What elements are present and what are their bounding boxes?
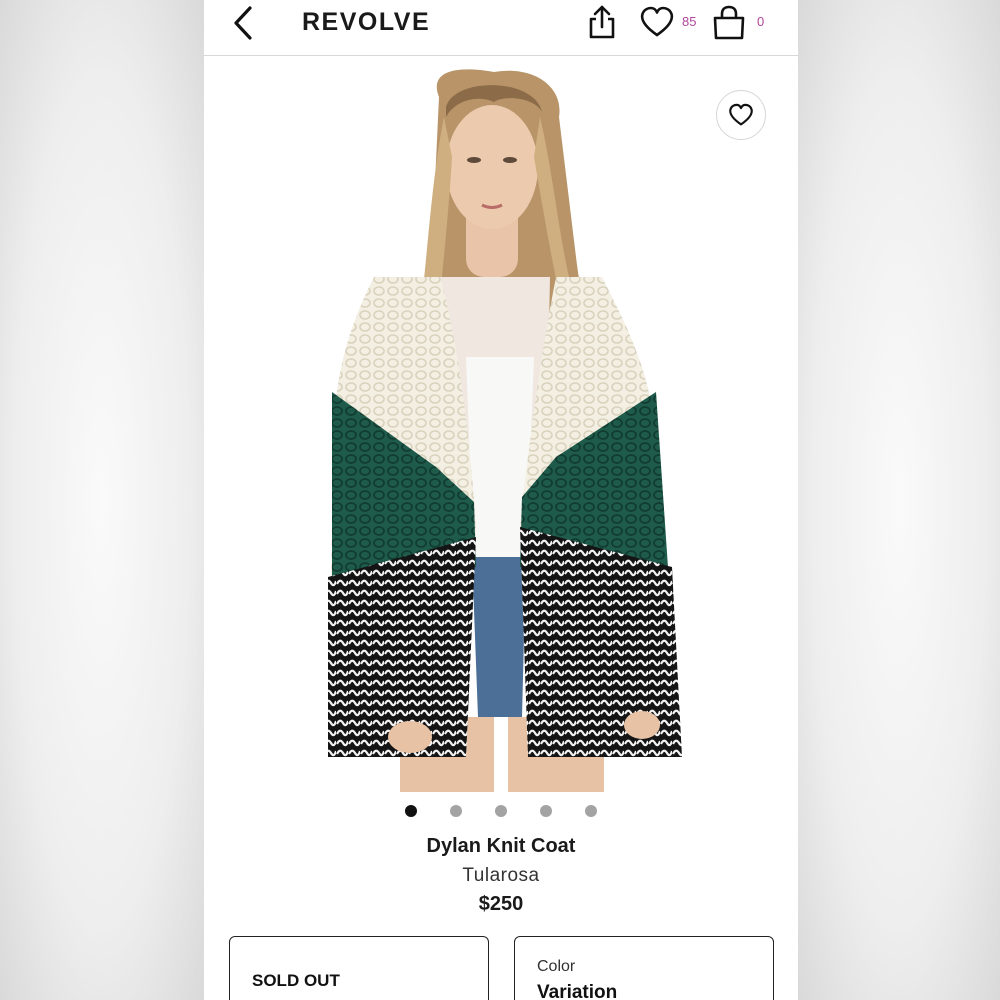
carousel-dot[interactable] <box>540 805 552 817</box>
phone-screen: REVOLVE 85 0 Dylan Knit Coat Tularosa $2… <box>204 0 798 1000</box>
color-value: Variation <box>537 982 618 1000</box>
share-icon <box>589 5 615 39</box>
carousel-dot[interactable] <box>450 805 462 817</box>
right-background <box>798 0 1000 1000</box>
product-photo <box>328 69 682 792</box>
bag-count-badge: 0 <box>757 14 765 29</box>
product-brand[interactable]: Tularosa <box>204 865 798 887</box>
product-price: $250 <box>478 893 524 915</box>
add-to-favorites-button[interactable] <box>716 90 766 140</box>
size-selector[interactable]: SOLD OUT <box>229 936 489 1000</box>
revolve-logo[interactable]: REVOLVE <box>302 6 430 38</box>
left-background <box>0 0 204 1000</box>
chevron-left-icon <box>234 6 252 40</box>
wishlist-count-badge: 85 <box>682 14 697 29</box>
product-image[interactable] <box>204 57 798 792</box>
sold-out-label: SOLD OUT <box>252 971 340 990</box>
back-button[interactable] <box>228 4 258 42</box>
shopping-bag-icon <box>713 5 745 40</box>
wishlist-button[interactable] <box>637 4 677 40</box>
shopping-bag-button[interactable] <box>709 2 749 42</box>
carousel-dot[interactable] <box>585 805 597 817</box>
top-navigation-bar: REVOLVE 85 0 <box>204 0 798 56</box>
color-label: Color <box>537 958 576 975</box>
product-name: Dylan Knit Coat <box>426 835 576 857</box>
image-carousel-indicator <box>204 805 798 819</box>
carousel-dot[interactable] <box>495 805 507 817</box>
heart-icon <box>729 103 753 126</box>
share-button[interactable] <box>584 2 620 42</box>
carousel-dot[interactable] <box>405 805 417 817</box>
heart-icon <box>640 6 674 37</box>
color-selector[interactable]: Color Variation <box>514 936 774 1000</box>
